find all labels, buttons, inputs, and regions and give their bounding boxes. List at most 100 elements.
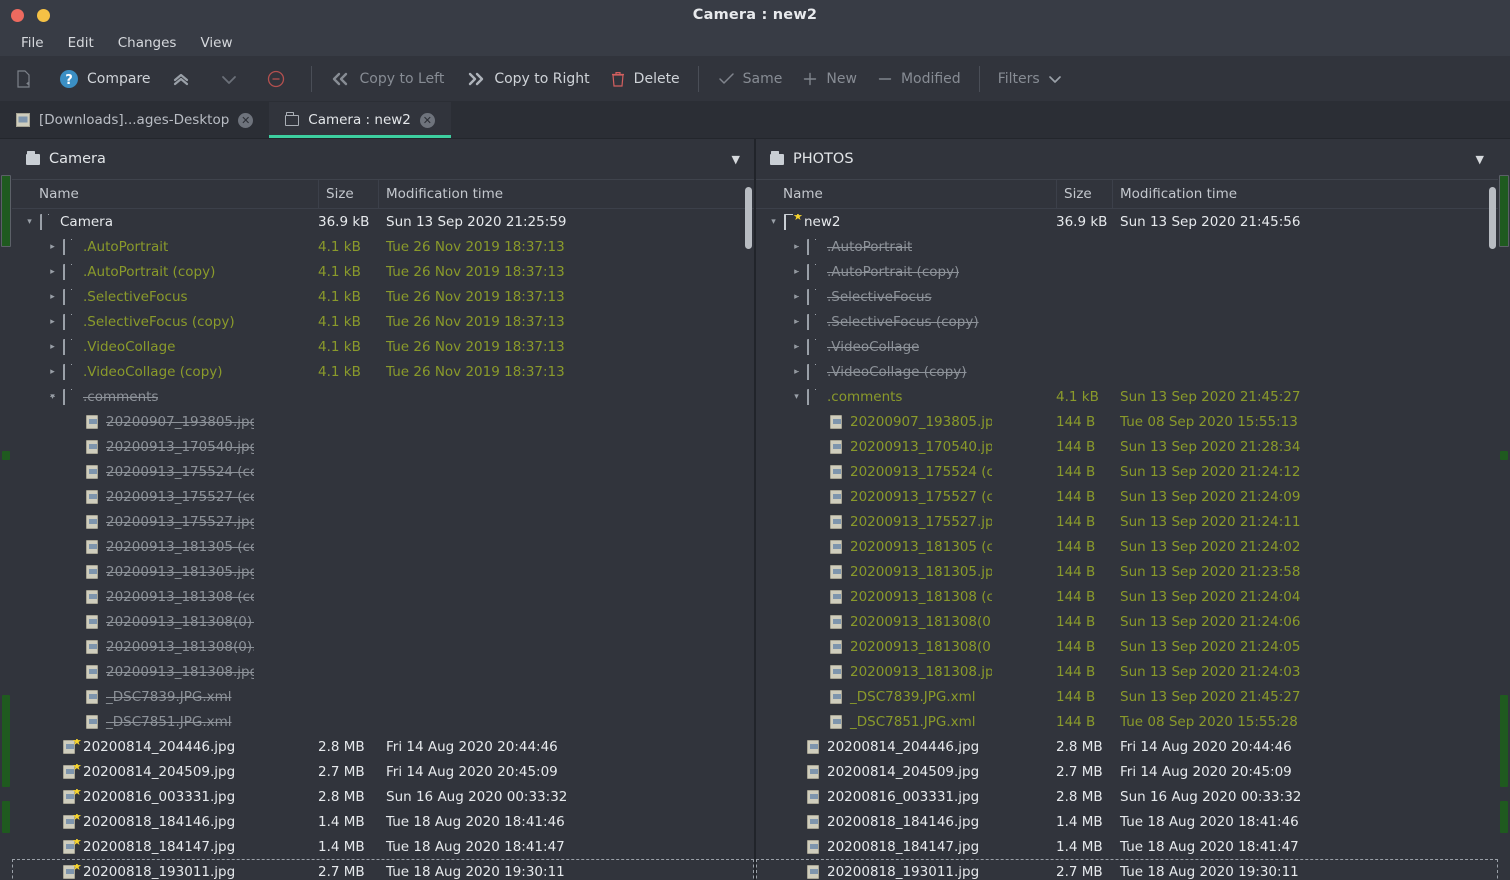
table-row[interactable]: ▸ .AutoPortrait 4.1 kB Tue 26 Nov 2019 1… [12,234,754,259]
table-row[interactable]: ▾ ★ new2 36.9 kB Sun 13 Sep 2020 21:45:5… [756,209,1498,234]
table-row[interactable]: ▸ .AutoPortrait (copy) 4.1 kB Tue 26 Nov… [12,259,754,284]
table-row[interactable]: 20200913_181308 (copy).jpg.xml [12,584,754,609]
table-row[interactable]: 20200907_193805.jpg.xml [12,409,754,434]
table-row[interactable]: 20200818_184147.jpg 1.4 MB Tue 18 Aug 20… [756,834,1498,859]
table-row[interactable]: _DSC7851.JPG.xml [12,709,754,734]
left-scrollbar-thumb[interactable] [745,187,752,249]
table-row[interactable]: ▸ .VideoCollage [756,334,1498,359]
expand-arrow-icon[interactable]: ▸ [47,292,58,302]
table-row[interactable]: 20200913_181308(0).jpg.xml [12,634,754,659]
table-row[interactable]: ▸ .VideoCollage (copy) 4.1 kB Tue 26 Nov… [12,359,754,384]
expand-arrow-icon[interactable]: ▸ [791,367,802,377]
table-row[interactable]: _DSC7839.JPG.xml [12,684,754,709]
tab-downloads-images-desktop[interactable]: [Downloads]...ages-Desktop ✕ [0,102,269,138]
expand-arrow-icon[interactable]: ▾ [791,392,802,402]
column-header-name[interactable]: Name [12,186,79,202]
table-row[interactable]: 20200913_181305 (copy).jpg.xml [12,534,754,559]
menu-view[interactable]: View [188,33,244,53]
table-row[interactable]: _DSC7851.JPG.xml 144 B Tue 08 Sep 2020 1… [756,709,1498,734]
table-row[interactable]: 20200913_175524 (copy).jpg.xml [12,459,754,484]
table-row[interactable]: ▾ Camera 36.9 kB Sun 13 Sep 2020 21:25:5… [12,209,754,234]
table-row[interactable]: 20200913_175524 (copy).jpg.xml 144 B Sun… [756,459,1498,484]
table-row[interactable]: 20200818_184146.jpg 1.4 MB Tue 18 Aug 20… [756,809,1498,834]
column-header-size[interactable]: Size [326,186,354,202]
table-row[interactable]: 20200913_175527.jpg.xml [12,509,754,534]
menu-edit[interactable]: Edit [56,33,106,53]
table-row[interactable]: 20200818_193011.jpg 2.7 MB Tue 18 Aug 20… [756,859,1498,880]
column-header-mtime[interactable]: Modification time [1120,186,1237,202]
filter-new-button[interactable]: New [792,62,867,96]
expand-arrow-icon[interactable]: ▸ [47,242,58,252]
filter-same-button[interactable]: Same [707,62,793,96]
column-header-name[interactable]: Name [756,186,823,202]
expand-arrow-icon[interactable]: ▾ [24,217,35,227]
table-row[interactable]: ▸ .SelectiveFocus (copy) 4.1 kB Tue 26 N… [12,309,754,334]
previous-change-button[interactable] [161,62,209,96]
expand-arrow-icon[interactable]: ▸ [791,342,802,352]
tab-close-icon[interactable]: ✕ [419,112,435,128]
filters-dropdown[interactable]: Filters [988,62,1072,96]
table-row[interactable]: 20200814_204509.jpg 2.7 MB Fri 14 Aug 20… [756,759,1498,784]
next-change-button[interactable] [209,62,257,96]
table-row[interactable]: ▸ .SelectiveFocus (copy) [756,309,1498,334]
table-row[interactable]: 20200913_181305 (copy).jpg.xml 144 B Sun… [756,534,1498,559]
table-row[interactable]: 20200907_193805.jpg.xml 144 B Tue 08 Sep… [756,409,1498,434]
column-divider[interactable] [318,179,319,209]
column-header-size[interactable]: Size [1064,186,1092,202]
right-scrollbar-track[interactable] [1488,139,1497,880]
table-row[interactable]: 20200913_175527.jpg.xml 144 B Sun 13 Sep… [756,509,1498,534]
expand-arrow-icon[interactable]: ▸ [791,317,802,327]
table-row[interactable]: ▸ .AutoPortrait [756,234,1498,259]
table-row[interactable]: 20200913_170540.jpg.xml [12,434,754,459]
table-row[interactable]: 20200913_181308.jpg.xml [12,659,754,684]
table-row[interactable]: 20200913_181308 (copy).jpg.xml 144 B Sun… [756,584,1498,609]
expand-arrow-icon[interactable]: ▾ [47,392,58,402]
table-row[interactable]: ▸ .VideoCollage 4.1 kB Tue 26 Nov 2019 1… [12,334,754,359]
column-divider[interactable] [1112,179,1113,209]
right-scrollbar-thumb[interactable] [1489,187,1496,249]
column-divider[interactable] [378,179,379,209]
right-file-list[interactable]: ▾ ★ new2 36.9 kB Sun 13 Sep 2020 21:45:5… [756,209,1498,880]
table-row[interactable]: 20200913_175527 (copy).jpg.xml [12,484,754,509]
table-row[interactable]: 20200913_181308(0) (copy).jpg.xml [12,609,754,634]
table-row[interactable]: 20200816_003331.jpg 2.8 MB Sun 16 Aug 20… [756,784,1498,809]
copy-to-left-button[interactable]: Copy to Left [320,62,455,96]
expand-arrow-icon[interactable]: ▸ [791,242,802,252]
table-row[interactable]: ▸ .VideoCollage (copy) [756,359,1498,384]
stop-button[interactable] [257,62,303,96]
table-row[interactable]: 20200913_175527 (copy).jpg.xml 144 B Sun… [756,484,1498,509]
column-divider[interactable] [1056,179,1057,209]
filter-modified-button[interactable]: Modified [867,62,971,96]
left-overview-map[interactable] [0,139,12,880]
table-row[interactable]: 20200913_181308.jpg.xml 144 B Sun 13 Sep… [756,659,1498,684]
table-row[interactable]: 20200913_181305.jpg.xml 144 B Sun 13 Sep… [756,559,1498,584]
left-path-bar[interactable]: Camera ▼ [12,139,754,180]
delete-button[interactable]: Delete [600,62,690,96]
chevron-down-icon[interactable]: ▼ [732,153,740,166]
right-overview-map[interactable] [1498,139,1510,880]
table-row[interactable]: 20200913_181305.jpg.xml [12,559,754,584]
table-row[interactable]: _DSC7839.JPG.xml 144 B Sun 13 Sep 2020 2… [756,684,1498,709]
expand-arrow-icon[interactable]: ▸ [47,342,58,352]
chevron-down-icon[interactable]: ▼ [1476,153,1484,166]
new-comparison-button[interactable] [6,62,49,96]
expand-arrow-icon[interactable]: ▸ [791,292,802,302]
table-row[interactable]: ▾ .comments [12,384,754,409]
table-row[interactable]: ▸ .AutoPortrait (copy) [756,259,1498,284]
expand-arrow-icon[interactable]: ▸ [47,317,58,327]
right-path-bar[interactable]: PHOTOS ▼ [756,139,1498,180]
table-row[interactable]: ★ 20200818_184147.jpg 1.4 MB Tue 18 Aug … [12,834,754,859]
tab-close-icon[interactable]: ✕ [238,112,254,128]
table-row[interactable]: 20200913_181308(0) (copy).jpg.xml 144 B … [756,609,1498,634]
table-row[interactable]: 20200913_181308(0).jpg.xml 144 B Sun 13 … [756,634,1498,659]
table-row[interactable]: 20200814_204446.jpg 2.8 MB Fri 14 Aug 20… [756,734,1498,759]
table-row[interactable]: ★ 20200814_204446.jpg 2.8 MB Fri 14 Aug … [12,734,754,759]
left-file-list[interactable]: ▾ Camera 36.9 kB Sun 13 Sep 2020 21:25:5… [12,209,754,880]
expand-arrow-icon[interactable]: ▸ [791,267,802,277]
table-row[interactable]: ▾ .comments 4.1 kB Sun 13 Sep 2020 21:45… [756,384,1498,409]
column-header-mtime[interactable]: Modification time [386,186,503,202]
table-row[interactable]: ▸ .SelectiveFocus 4.1 kB Tue 26 Nov 2019… [12,284,754,309]
expand-arrow-icon[interactable]: ▸ [47,267,58,277]
table-row[interactable]: ★ 20200814_204509.jpg 2.7 MB Fri 14 Aug … [12,759,754,784]
expand-arrow-icon[interactable]: ▾ [768,217,779,227]
